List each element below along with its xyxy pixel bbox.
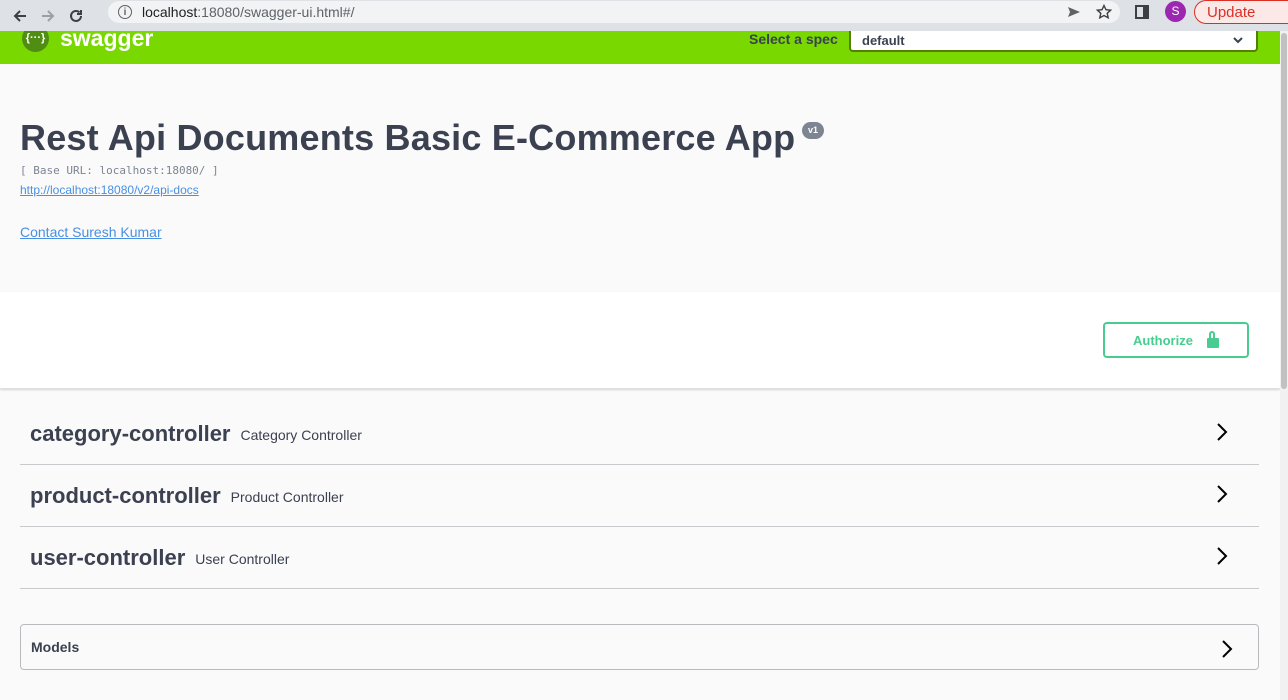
spec-select-value: default	[862, 33, 905, 48]
version-badge: v1	[802, 122, 825, 139]
swagger-logo-text: swagger	[60, 31, 154, 51]
contact-link[interactable]: Contact Suresh Kumar	[20, 224, 162, 240]
bookmark-star-icon[interactable]	[1096, 4, 1112, 20]
base-url: [ Base URL: localhost:18080/ ]	[20, 164, 219, 177]
operation-tags: category-controller Category Controller …	[20, 403, 1259, 589]
api-info: Rest Api Documents Basic E-Commerce App …	[0, 64, 1280, 292]
tag-user-controller[interactable]: user-controller User Controller	[20, 527, 1259, 589]
send-icon[interactable]	[1066, 4, 1082, 20]
scrollbar-thumb[interactable]	[1281, 33, 1287, 389]
chevron-right-icon	[1217, 547, 1228, 565]
authorize-button[interactable]: Authorize	[1103, 322, 1249, 358]
authorize-label: Authorize	[1133, 332, 1193, 348]
spec-select-label: Select a spec	[749, 31, 838, 47]
models-section[interactable]: Models	[20, 624, 1259, 670]
address-bar[interactable]: i localhost:18080/swagger-ui.html#/	[108, 1, 1120, 23]
url-text: localhost:18080/swagger-ui.html#/	[142, 4, 355, 20]
chevron-down-icon	[1232, 31, 1244, 55]
reload-icon	[70, 9, 82, 22]
tag-description: Category Controller	[240, 426, 362, 443]
update-button[interactable]: Update	[1194, 0, 1288, 24]
swagger-logo[interactable]: {···} swagger	[22, 31, 153, 52]
page-title: Rest Api Documents Basic E-Commerce App	[20, 117, 796, 158]
spec-select[interactable]: default	[849, 31, 1258, 52]
tag-name: product-controller	[30, 482, 221, 508]
tag-description: Product Controller	[230, 488, 344, 505]
tag-product-controller[interactable]: product-controller Product Controller	[20, 465, 1259, 527]
swagger-logo-icon: {···}	[22, 31, 49, 52]
chevron-right-icon	[1222, 640, 1233, 658]
tag-category-controller[interactable]: category-controller Category Controller	[20, 403, 1259, 465]
side-panel-icon[interactable]	[1135, 5, 1149, 19]
chevron-right-icon	[1217, 485, 1228, 503]
tag-name: category-controller	[30, 420, 231, 446]
arrow-left-icon	[13, 9, 26, 22]
profile-avatar[interactable]: S	[1165, 1, 1186, 22]
tag-description: User Controller	[195, 550, 290, 567]
models-label: Models	[31, 639, 80, 655]
chevron-right-icon	[1217, 423, 1228, 441]
reload-button[interactable]	[62, 2, 90, 30]
swagger-topbar: {···} swagger Select a spec default	[0, 31, 1280, 64]
site-info-icon[interactable]: i	[118, 5, 132, 19]
tag-name: user-controller	[30, 544, 186, 570]
scheme-container: Authorize	[0, 292, 1280, 389]
api-docs-link[interactable]: http://localhost:18080/v2/api-docs	[20, 183, 199, 197]
arrow-right-icon	[42, 9, 55, 22]
back-button[interactable]	[6, 2, 34, 30]
unlock-icon	[1206, 330, 1219, 348]
forward-button[interactable]	[34, 2, 62, 30]
